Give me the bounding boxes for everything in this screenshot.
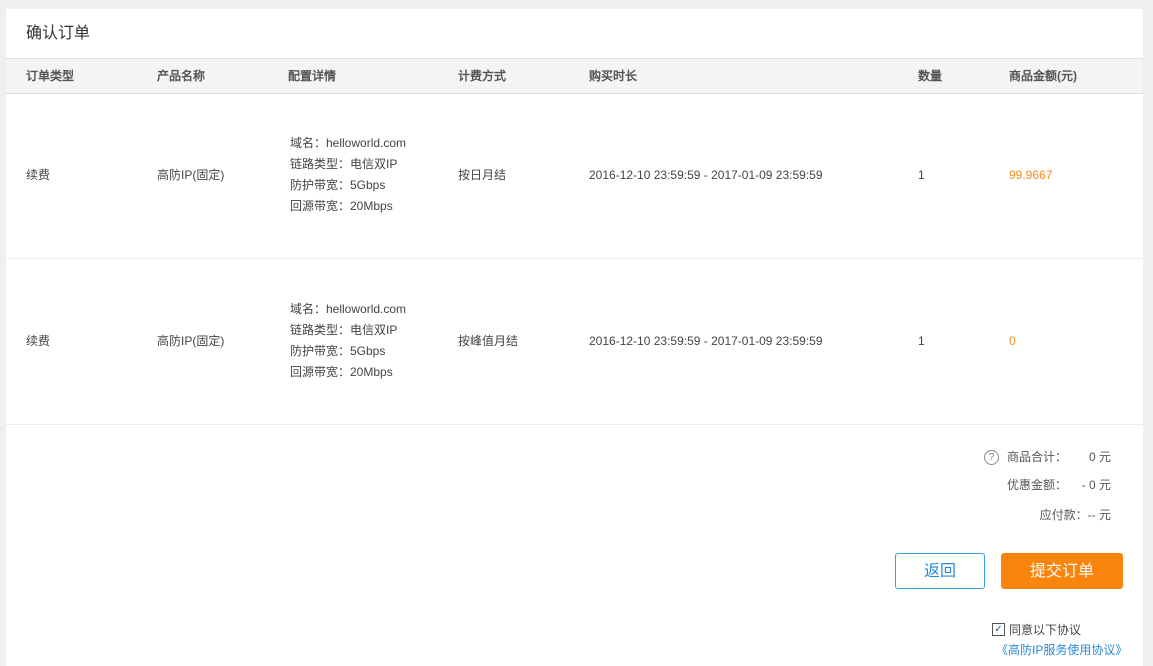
agreement-checkbox-row[interactable]: ✓ 同意以下协议 — [992, 621, 1081, 638]
table-row: 续费 高防IP(固定) 域名：helloworld.com 链路类型：电信双IP… — [6, 93, 1143, 259]
config-origin-bandwidth: 回源带宽：20Mbps — [290, 365, 393, 379]
col-product-name: 产品名称 — [157, 69, 206, 83]
duration: 2016-12-10 23:59:59 - 2017-01-09 23:59:5… — [589, 168, 823, 182]
config-domain: 域名：helloworld.com — [290, 302, 407, 316]
discount-value: - 0 元 — [1081, 478, 1111, 492]
order-type: 续费 — [26, 334, 51, 348]
quantity: 1 — [918, 168, 925, 182]
agreement-label: 同意以下协议 — [1009, 623, 1082, 637]
back-button[interactable]: 返回 — [895, 553, 985, 589]
submit-order-button[interactable]: 提交订单 — [1001, 553, 1123, 589]
billing-method: 按峰值月结 — [458, 334, 519, 348]
col-order-type: 订单类型 — [26, 69, 75, 83]
subtotal-label: 商品合计： — [1006, 450, 1067, 464]
subtotal-value: 0 元 — [1088, 450, 1111, 464]
payable-value: -- 元 — [1087, 508, 1111, 522]
config-details: 域名：helloworld.com 链路类型：电信双IP 防护带宽：5Gbps … — [290, 133, 406, 217]
agreement-link[interactable]: 《高防IP服务使用协议》 — [996, 642, 1127, 658]
order-type: 续费 — [26, 168, 51, 182]
agreement-checkbox[interactable]: ✓ — [992, 623, 1005, 636]
duration: 2016-12-10 23:59:59 - 2017-01-09 23:59:5… — [589, 334, 823, 348]
quantity: 1 — [918, 334, 925, 348]
config-details: 域名：helloworld.com 链路类型：电信双IP 防护带宽：5Gbps … — [290, 299, 406, 383]
col-quantity: 数量 — [918, 69, 943, 83]
discount-line: 优惠金额： - 0 元 — [1007, 476, 1111, 494]
payable-label: 应付款： — [1039, 508, 1088, 522]
subtotal-line: ? 商品合计： 0 元 — [983, 448, 1111, 466]
config-protect-bandwidth: 防护带宽：5Gbps — [290, 178, 386, 192]
product-name: 高防IP(固定) — [157, 334, 225, 348]
config-link-type: 链路类型：电信双IP — [290, 157, 398, 171]
config-origin-bandwidth: 回源带宽：20Mbps — [290, 199, 393, 213]
col-billing-method: 计费方式 — [458, 69, 507, 83]
col-config-details: 配置详情 — [288, 69, 337, 83]
help-icon[interactable]: ? — [983, 449, 999, 465]
product-name: 高防IP(固定) — [157, 168, 225, 182]
confirm-order-panel: 确认订单 订单类型 产品名称 配置详情 计费方式 购买时长 数量 商品金额(元)… — [6, 9, 1143, 666]
table-header: 订单类型 产品名称 配置详情 计费方式 购买时长 数量 商品金额(元) — [6, 58, 1143, 94]
config-link-type: 链路类型：电信双IP — [290, 323, 398, 337]
payable-line: 应付款： -- 元 — [1040, 506, 1111, 524]
col-amount: 商品金额(元) — [1009, 69, 1077, 83]
col-duration: 购买时长 — [589, 69, 638, 83]
table-row: 续费 高防IP(固定) 域名：helloworld.com 链路类型：电信双IP… — [6, 259, 1143, 425]
config-protect-bandwidth: 防护带宽：5Gbps — [290, 344, 386, 358]
billing-method: 按日月结 — [458, 168, 507, 182]
config-domain: 域名：helloworld.com — [290, 136, 407, 150]
discount-label: 优惠金额： — [1006, 478, 1067, 492]
page-title: 确认订单 — [26, 25, 91, 42]
amount: 0 — [1009, 334, 1016, 348]
amount: 99.9667 — [1009, 168, 1053, 182]
